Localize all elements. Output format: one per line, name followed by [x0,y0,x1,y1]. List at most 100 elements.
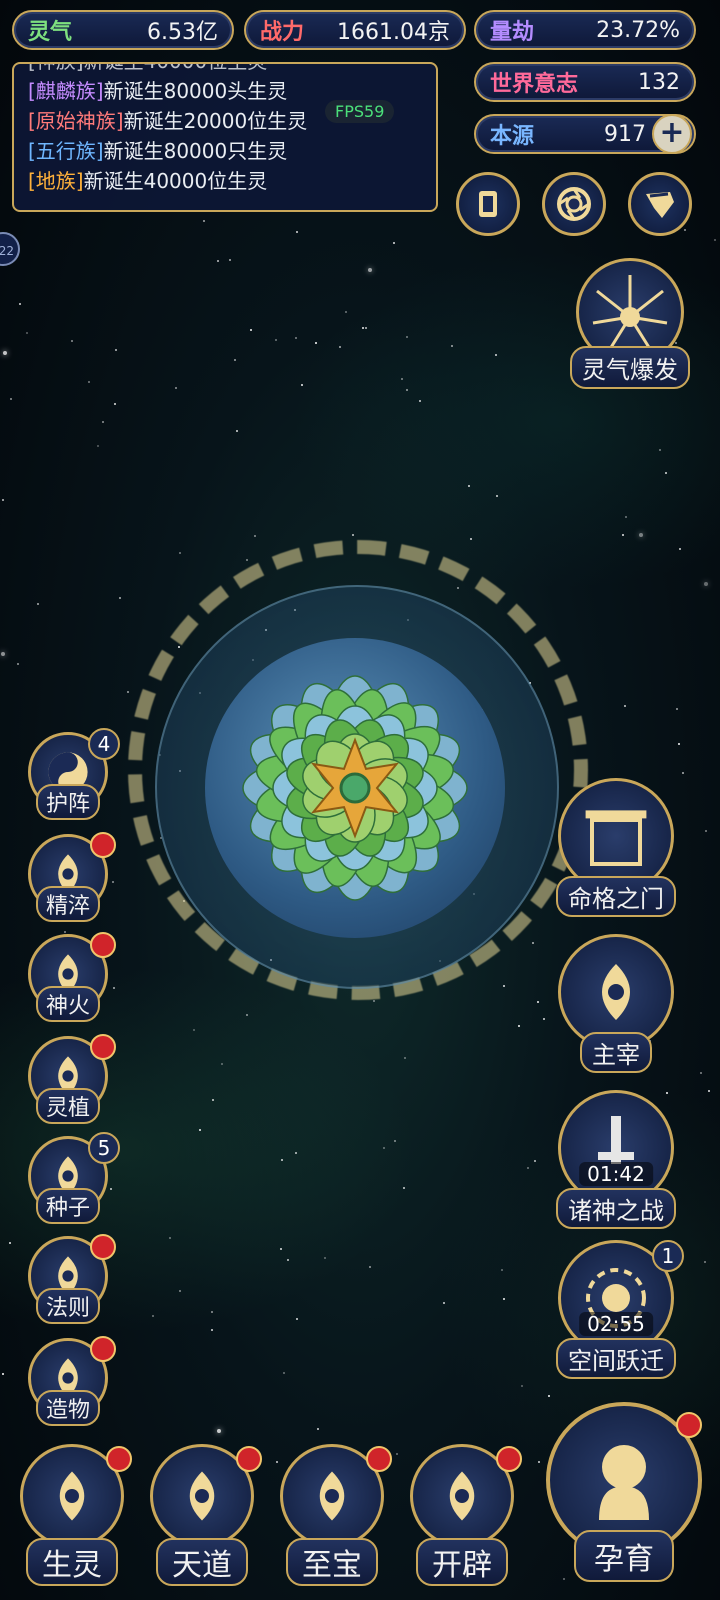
alert-dot [496,1446,522,1472]
log-line: [五行族]新诞生80000只生灵 [28,136,422,166]
zhanli-bar[interactable]: 战力 1661.04京 [244,10,466,50]
log-text: 新诞生80000只生灵 [103,139,288,163]
right-skill-button-1[interactable]: 主宰 [552,934,680,1074]
star [127,691,129,693]
star [295,337,297,339]
star [1,652,5,656]
log-tribe: [五行族] [28,139,104,163]
skill-button-3[interactable]: 灵植 [26,1034,116,1128]
star [295,1152,297,1154]
star [114,403,116,405]
star [203,220,205,222]
skill-button-2[interactable]: 神火 [26,932,116,1026]
star [110,1188,112,1190]
star [324,1257,326,1259]
liangjie-bar[interactable]: 量劫 23.72% [474,10,696,50]
phoenix-icon [59,1471,85,1521]
skill-button-5[interactable]: 法则 [26,1234,116,1328]
star [396,1453,398,1455]
star [115,349,117,351]
star [624,705,626,707]
star [211,1311,213,1313]
star [317,1428,319,1430]
star [246,1014,248,1016]
zhanli-value: 1661.04京 [337,20,450,45]
card-icon [479,191,497,217]
star [283,1372,285,1374]
star [503,1298,505,1300]
star [212,1099,214,1101]
starburst-icon [592,275,668,350]
star [470,538,472,540]
star [339,346,341,348]
log-line-partial: [神族]新诞生40000位生灵 [28,64,422,76]
benyuan-value: 917 [604,121,646,147]
star [368,268,372,272]
bottom-nav-0[interactable]: 生灵 [10,1444,134,1594]
star [64,931,66,933]
star [9,1242,11,1244]
skill-button-6[interactable]: 造物 [26,1336,116,1430]
star [501,1269,503,1271]
log-tribe: [原始神族] [28,109,124,133]
yunyu-alert-dot [676,1412,702,1438]
benyuan-bar[interactable]: 本源 917 + [474,114,696,154]
planet[interactable] [205,638,505,938]
star [179,552,181,554]
yunyu-label: 孕育 [574,1530,674,1582]
event-log[interactable]: [神族]新诞生40000位生灵 [麒麟族]新诞生80000头生灵[原始神族]新诞… [12,62,438,212]
right-skill-button-3[interactable]: 02:55 1 空间跃迁 [552,1240,684,1380]
bottom-nav-1[interactable]: 天道 [140,1444,264,1594]
scroll-button[interactable] [628,172,692,236]
star [102,421,104,423]
right-skill-button-2[interactable]: 01:42 诸神之战 [552,1090,680,1230]
star [451,345,453,347]
vortex-button[interactable] [542,172,606,236]
star [659,449,661,451]
star [704,1261,706,1263]
star [678,743,680,745]
star [496,495,498,497]
skill-button-1[interactable]: 精淬 [26,832,116,926]
star [275,339,277,341]
star [113,987,115,989]
lingqi-label: 灵气 [28,20,73,45]
star [217,260,219,262]
star [406,389,408,391]
star [234,359,236,361]
star [682,772,684,774]
treasure-icon [319,1471,345,1521]
world-will-bar[interactable]: 世界意志 132 [474,62,696,102]
star [175,387,177,389]
star [246,559,248,561]
skill-button-0[interactable]: 4 护阵 [26,728,120,824]
star [548,1395,550,1397]
alert-dot [90,1336,116,1362]
skill-label: 造物 [35,1390,101,1426]
bottom-nav-3[interactable]: 开辟 [400,1444,524,1594]
log-text: 新诞生40000位生灵 [83,169,268,193]
star [532,942,534,944]
star [119,597,121,599]
bottom-nav-2[interactable]: 至宝 [270,1444,394,1594]
skill-count-badge: 5 [88,1132,120,1164]
card-button[interactable] [456,172,520,236]
star [521,1385,523,1387]
skill-button-4[interactable]: 5 种子 [26,1132,120,1228]
benyuan-add-button[interactable]: + [652,114,692,154]
star [495,354,497,356]
star [714,239,716,241]
alert-dot [90,1034,116,1060]
lingqi-burst-button[interactable]: 灵气爆发 [570,258,690,389]
star [179,1290,181,1292]
right-skill-label: 命格之门 [556,876,676,917]
side-tab[interactable]: 22 [0,232,20,266]
star [2,499,4,501]
log-tribe: [地族] [28,169,84,193]
star [211,1329,213,1331]
right-skill-button-0[interactable]: 命格之门 [552,778,680,918]
yunyu-button[interactable]: 孕育 [540,1402,708,1592]
star [221,1063,223,1065]
lingqi-bar[interactable]: 灵气 6.53亿 [12,10,234,50]
star [287,1259,289,1261]
